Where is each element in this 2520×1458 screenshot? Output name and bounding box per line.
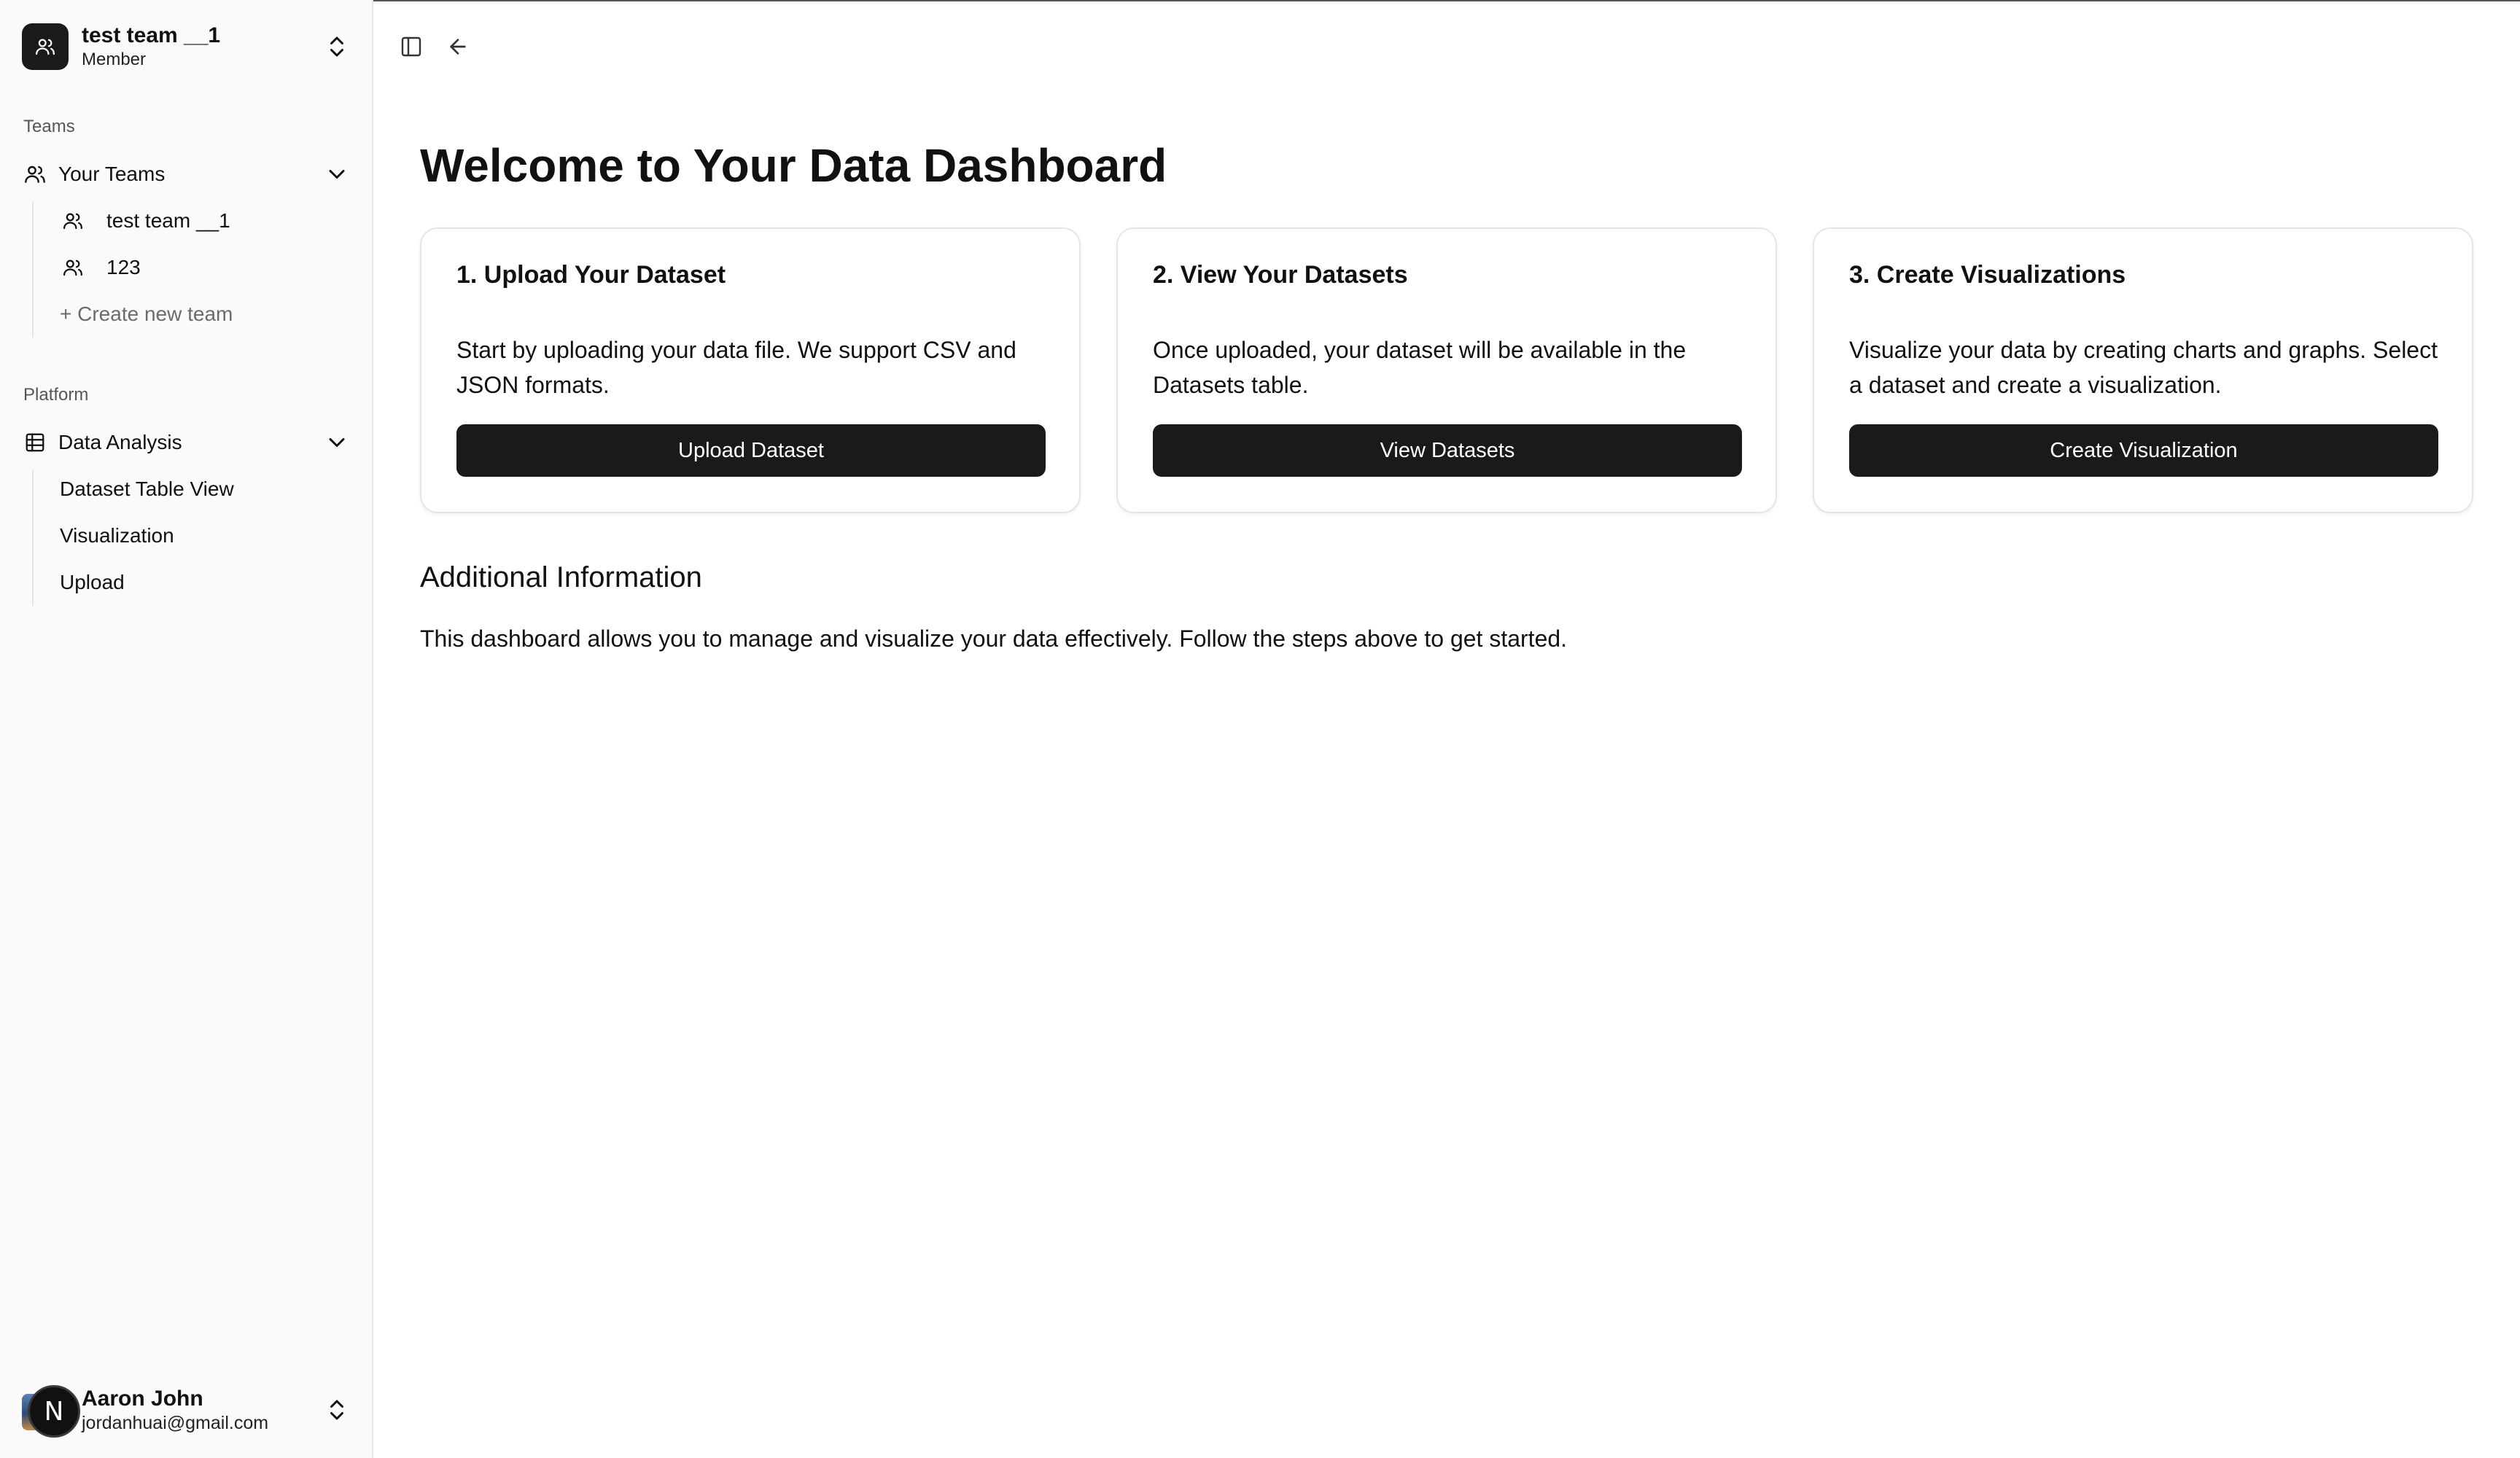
avatar: N xyxy=(22,1385,80,1438)
window-top-border xyxy=(0,0,2520,1)
nav-upload[interactable]: Upload xyxy=(60,564,125,601)
upload-dataset-button[interactable]: Upload Dataset xyxy=(456,424,1046,477)
chevron-down-icon xyxy=(329,438,345,447)
nav-dataset-table-view[interactable]: Dataset Table View xyxy=(60,470,234,508)
team-logo xyxy=(22,23,69,70)
data-analysis-submenu: Dataset Table View Visualization Upload xyxy=(32,470,234,606)
step-card-visualize: 3. Create Visualizations Visualize your … xyxy=(1813,227,2473,513)
chevrons-up-down-icon xyxy=(330,1400,343,1420)
table-icon xyxy=(22,429,48,456)
card-description: Start by uploading your data file. We su… xyxy=(456,337,1016,398)
nav-data-analysis[interactable]: Data Analysis xyxy=(22,424,350,461)
group-label-platform: Platform xyxy=(23,385,89,405)
card-title: 2. View Your Datasets xyxy=(1153,261,1408,289)
user-email: jordanhuai@gmail.com xyxy=(82,1413,269,1433)
chevrons-up-down-icon xyxy=(330,36,343,57)
card-title: 1. Upload Your Dataset xyxy=(456,261,726,289)
users-icon xyxy=(22,161,48,187)
card-description: Once uploaded, your dataset will be avai… xyxy=(1153,337,1687,398)
arrow-left-icon xyxy=(450,39,466,55)
nav-visualization[interactable]: Visualization xyxy=(60,517,174,555)
toggle-sidebar-button[interactable] xyxy=(394,29,429,64)
users-icon xyxy=(60,208,86,234)
team-role: Member xyxy=(82,50,147,69)
group-label-teams: Teams xyxy=(23,117,75,136)
additional-info-heading: Additional Information xyxy=(420,561,702,593)
team-name: test team __1 xyxy=(82,23,221,47)
nav-sub-label: Upload xyxy=(60,571,125,593)
chevron-down-icon xyxy=(329,170,345,179)
panel-left-icon xyxy=(401,36,421,57)
n-badge-icon[interactable]: N xyxy=(28,1385,80,1438)
step-card-view: 2. View Your Datasets Once uploaded, you… xyxy=(1116,227,1777,513)
team-item-label: 123 xyxy=(106,256,141,278)
back-button[interactable] xyxy=(440,29,475,64)
card-description: Visualize your data by creating charts a… xyxy=(1849,337,2438,398)
card-title: 3. Create Visualizations xyxy=(1849,261,2126,289)
nav-label: Your Teams xyxy=(58,163,166,185)
team-item-123[interactable]: 123 xyxy=(60,249,141,286)
page-title: Welcome to Your Data Dashboard xyxy=(420,139,1167,192)
view-datasets-button[interactable]: View Datasets xyxy=(1153,424,1742,477)
step-card-upload: 1. Upload Your Dataset Start by uploadin… xyxy=(420,227,1081,513)
users-icon xyxy=(60,254,86,281)
sidebar: test team __1 Member Teams Your Teams te… xyxy=(0,0,373,1458)
team-item-test-team[interactable]: test team __1 xyxy=(60,202,230,240)
nav-your-teams[interactable]: Your Teams xyxy=(22,155,350,193)
nav-sub-label: Dataset Table View xyxy=(60,477,234,500)
users-icon xyxy=(36,39,55,55)
nav-label: Data Analysis xyxy=(58,431,182,453)
nav-sub-label: Visualization xyxy=(60,524,174,547)
user-name: Aaron John xyxy=(82,1387,203,1411)
team-switcher[interactable]: test team __1 Member xyxy=(22,22,350,71)
create-visualization-button[interactable]: Create Visualization xyxy=(1849,424,2438,477)
create-new-team-link[interactable]: + Create new team xyxy=(60,295,233,333)
teams-submenu: test team __1 123 + Create new team xyxy=(32,202,233,338)
team-item-label: test team __1 xyxy=(106,209,230,232)
additional-info-text: This dashboard allows you to manage and … xyxy=(420,625,1568,652)
user-menu[interactable]: N Aaron John jordanhuai@gmail.com xyxy=(22,1376,350,1442)
create-team-label: + Create new team xyxy=(60,303,233,325)
